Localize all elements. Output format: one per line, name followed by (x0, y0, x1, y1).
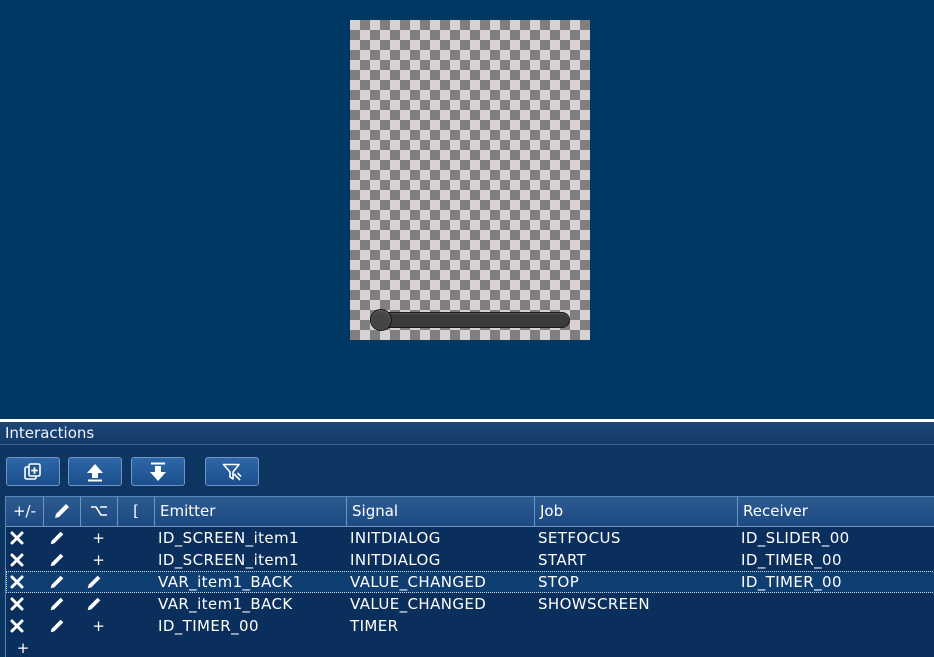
interactions-panel: Interactions +/- [Emitter Signal Job Re… (0, 422, 934, 657)
table-row[interactable]: + ID_TIMER_00 TIMER (6, 615, 934, 637)
move-up-button[interactable] (68, 457, 122, 486)
delete-icon[interactable] (6, 571, 28, 593)
emitter-cell: ID_SCREEN_item1 (158, 529, 299, 547)
filter-icon (222, 463, 242, 481)
move-down-button[interactable] (131, 457, 185, 486)
edit-icon[interactable] (44, 571, 70, 593)
emitter-cell: ID_SCREEN_item1 (158, 551, 299, 569)
duplicate-icon (24, 462, 41, 480)
signal-cell: VALUE_CHANGED (350, 573, 487, 591)
branch-icon (91, 506, 107, 516)
table-header: +/- [ Emitter Signal Job Receiver (6, 497, 934, 527)
header-toggle[interactable]: +/- (6, 497, 44, 526)
add-branch[interactable]: + (81, 615, 116, 637)
receiver-cell: ID_TIMER_00 (741, 551, 842, 569)
delete-icon[interactable] (6, 615, 28, 637)
add-row-button[interactable]: + (12, 637, 34, 657)
slider-knob[interactable] (370, 309, 392, 331)
slider-widget[interactable] (370, 309, 570, 331)
interactions-table: +/- [ Emitter Signal Job Receiver + ID_S… (5, 496, 934, 657)
design-canvas[interactable] (0, 0, 934, 419)
delete-icon[interactable] (6, 527, 28, 549)
header-signal[interactable]: Signal (347, 497, 535, 526)
signal-cell: VALUE_CHANGED (350, 595, 487, 613)
table-row[interactable]: VAR_item1_BACK VALUE_CHANGED SHOWSCREEN (6, 593, 934, 615)
table-row[interactable]: + ID_SCREEN_item1 INITDIALOG SETFOCUS ID… (6, 527, 934, 549)
edit-icon[interactable] (44, 527, 70, 549)
signal-cell: INITDIALOG (350, 551, 441, 569)
add-branch[interactable]: + (81, 549, 116, 571)
header-bracket[interactable]: [ (118, 497, 155, 526)
move-up-icon (87, 463, 103, 481)
screen-preview[interactable] (350, 20, 590, 340)
edit-icon[interactable] (44, 549, 70, 571)
emitter-cell: ID_TIMER_00 (158, 617, 259, 635)
add-row[interactable]: + (6, 637, 934, 657)
duplicate-button[interactable] (6, 457, 60, 486)
receiver-cell: ID_TIMER_00 (741, 573, 842, 591)
header-branch[interactable] (81, 497, 118, 526)
move-down-icon (150, 462, 166, 481)
emitter-cell: VAR_item1_BACK (158, 595, 293, 613)
header-job[interactable]: Job (535, 497, 738, 526)
header-edit[interactable] (44, 497, 81, 526)
add-branch[interactable]: + (81, 527, 116, 549)
table-row[interactable]: + ID_SCREEN_item1 INITDIALOG START ID_TI… (6, 549, 934, 571)
signal-cell: TIMER (350, 617, 399, 635)
edit-branch-icon[interactable] (81, 571, 107, 593)
job-cell: STOP (538, 573, 580, 591)
edit-icon[interactable] (44, 593, 70, 615)
pencil-icon (55, 504, 69, 518)
job-cell: SETFOCUS (538, 529, 621, 547)
delete-icon[interactable] (6, 593, 28, 615)
job-cell: SHOWSCREEN (538, 595, 651, 613)
table-row[interactable]: VAR_item1_BACK VALUE_CHANGED STOP ID_TIM… (6, 571, 934, 593)
emitter-cell: VAR_item1_BACK (158, 573, 293, 591)
delete-icon[interactable] (6, 549, 28, 571)
signal-cell: INITDIALOG (350, 529, 441, 547)
edit-icon[interactable] (44, 615, 70, 637)
receiver-cell: ID_SLIDER_00 (741, 529, 850, 547)
filter-button[interactable] (205, 457, 259, 486)
job-cell: START (538, 551, 587, 569)
edit-branch-icon[interactable] (81, 593, 107, 615)
header-receiver[interactable]: Receiver (738, 497, 934, 526)
panel-title: Interactions (0, 422, 934, 445)
header-emitter[interactable]: Emitter (155, 497, 347, 526)
